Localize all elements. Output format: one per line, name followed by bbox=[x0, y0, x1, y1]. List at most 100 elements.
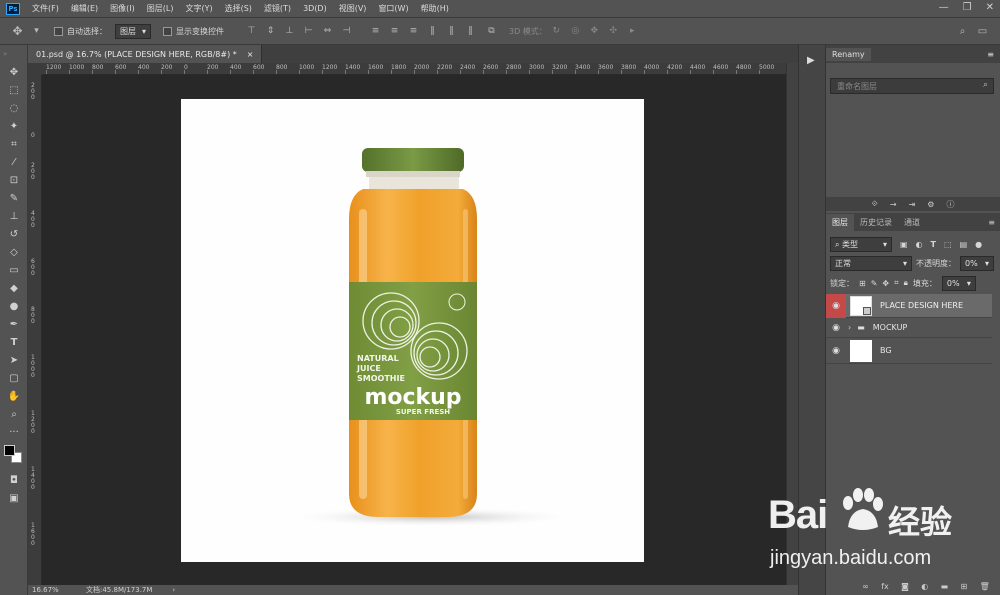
path-select-tool-icon[interactable]: ➤ bbox=[0, 351, 28, 369]
magic-wand-tool-icon[interactable]: ✦ bbox=[0, 117, 28, 135]
fill-input[interactable]: 0% ▾ bbox=[941, 275, 976, 291]
rename-icon[interactable]: ⟐ bbox=[872, 199, 878, 209]
marquee-tool-icon[interactable]: ⬚ bbox=[0, 81, 28, 99]
menu-layer[interactable]: 图层(L) bbox=[141, 3, 180, 14]
workspace-icon[interactable]: ▭ bbox=[977, 26, 988, 37]
filter-shape-icon[interactable]: ⬚ bbox=[944, 240, 952, 249]
mask-icon[interactable]: ◙ bbox=[901, 582, 909, 594]
eye-icon[interactable]: ◉ bbox=[826, 338, 846, 364]
chevron-down-icon[interactable]: ▾ bbox=[31, 26, 42, 37]
menu-view[interactable]: 视图(V) bbox=[333, 3, 373, 14]
panel-menu-icon[interactable]: ≡ bbox=[987, 50, 994, 59]
menu-image[interactable]: 图像(I) bbox=[104, 3, 141, 14]
type-tool-icon[interactable]: T bbox=[0, 333, 28, 351]
adjustment-icon[interactable]: ◐ bbox=[921, 582, 928, 594]
opacity-input[interactable]: 0% ▾ bbox=[960, 255, 994, 271]
layer-row-place-design[interactable]: ◉ PLACE DESIGN HERE bbox=[826, 293, 992, 318]
zoom-level[interactable]: 16.67% bbox=[28, 586, 82, 594]
align-left-icon[interactable]: ⊢ bbox=[303, 26, 314, 37]
hand-tool-icon[interactable]: ✋ bbox=[0, 387, 28, 405]
3d-slide-icon[interactable]: ✣ bbox=[608, 26, 619, 37]
distribute-right-icon[interactable]: ‖ bbox=[465, 26, 476, 37]
menu-edit[interactable]: 编辑(E) bbox=[65, 3, 104, 14]
filter-smart-icon[interactable]: ▤ bbox=[960, 240, 968, 249]
move-tool-icon[interactable]: ✥ bbox=[12, 25, 23, 37]
close-icon[interactable]: ✕ bbox=[986, 2, 994, 13]
eye-icon[interactable]: ◉ bbox=[826, 318, 846, 338]
auto-align-icon[interactable]: ⧉ bbox=[486, 26, 497, 37]
fx-icon[interactable]: fx bbox=[881, 582, 889, 594]
filter-pixel-icon[interactable]: ▣ bbox=[900, 240, 908, 249]
pen-tool-icon[interactable]: ✒ bbox=[0, 315, 28, 333]
move-tool-icon[interactable]: ✥ bbox=[0, 63, 28, 81]
foreground-color-swatch[interactable] bbox=[4, 445, 15, 456]
more-tools-icon[interactable]: ··· bbox=[0, 423, 28, 441]
distribute-top-icon[interactable]: ≡ bbox=[370, 26, 381, 37]
filter-type-icon[interactable]: T bbox=[931, 240, 936, 249]
align-top-icon[interactable]: ⊤ bbox=[246, 26, 257, 37]
healing-tool-icon[interactable]: ⊡ bbox=[0, 171, 28, 189]
layer-row-bg[interactable]: ◉ BG bbox=[826, 338, 992, 364]
info-icon[interactable]: ⓘ bbox=[946, 199, 954, 210]
distribute-bottom-icon[interactable]: ≡ bbox=[408, 26, 419, 37]
document-canvas[interactable]: NATURAL JUICE SMOOTHIE mockup SUPER FRES… bbox=[181, 99, 644, 562]
layer-row-mockup[interactable]: ◉ › ▬ MOCKUP bbox=[826, 318, 992, 338]
menu-type[interactable]: 文字(Y) bbox=[179, 3, 218, 14]
gradient-tool-icon[interactable]: ▭ bbox=[0, 261, 28, 279]
lock-all-icon[interactable]: 🔒︎ bbox=[904, 278, 908, 288]
quick-mask-icon[interactable]: ◘ bbox=[0, 471, 28, 489]
show-transform-checkbox[interactable] bbox=[163, 27, 173, 36]
zoom-tool-icon[interactable]: ⌕ bbox=[0, 405, 28, 423]
filter-adjust-icon[interactable]: ◐ bbox=[916, 240, 923, 249]
menu-help[interactable]: 帮助(H) bbox=[415, 3, 455, 14]
lasso-tool-icon[interactable]: ◌ bbox=[0, 99, 28, 117]
import-icon[interactable]: ⇥ bbox=[909, 200, 916, 209]
eyedropper-tool-icon[interactable]: ⁄ bbox=[0, 153, 28, 171]
distribute-hcenter-icon[interactable]: ‖ bbox=[446, 26, 457, 37]
lock-position-icon[interactable]: ✥ bbox=[882, 279, 889, 288]
minimize-icon[interactable]: — bbox=[939, 2, 949, 13]
rectangle-tool-icon[interactable]: ▢ bbox=[0, 369, 28, 387]
play-action-icon[interactable]: ▶ bbox=[807, 55, 819, 69]
arrow-right-icon[interactable]: → bbox=[890, 200, 897, 209]
dodge-tool-icon[interactable]: ● bbox=[0, 297, 28, 315]
auto-select-checkbox[interactable] bbox=[54, 27, 63, 36]
trash-icon[interactable]: 🗑︎ bbox=[980, 582, 990, 594]
filter-toggle-icon[interactable]: ● bbox=[975, 240, 982, 249]
lock-artboard-icon[interactable]: ⌗ bbox=[894, 278, 899, 288]
auto-select-dropdown[interactable]: 图层 ▾ bbox=[115, 24, 152, 39]
3d-pan-icon[interactable]: ✥ bbox=[589, 26, 600, 37]
tab-channels[interactable]: 通道 bbox=[898, 214, 926, 231]
close-tab-icon[interactable]: × bbox=[247, 50, 254, 59]
align-hcenter-icon[interactable]: ⇔ bbox=[322, 26, 333, 37]
layer-name[interactable]: MOCKUP bbox=[873, 323, 908, 332]
menu-3d[interactable]: 3D(D) bbox=[297, 4, 333, 13]
align-bottom-icon[interactable]: ⊥ bbox=[284, 26, 295, 37]
distribute-vcenter-icon[interactable]: ≡ bbox=[389, 26, 400, 37]
history-brush-icon[interactable]: ↺ bbox=[0, 225, 28, 243]
3d-rotate-icon[interactable]: ↻ bbox=[551, 26, 562, 37]
blur-tool-icon[interactable]: ◆ bbox=[0, 279, 28, 297]
lock-transparent-icon[interactable]: ⊞ bbox=[859, 279, 866, 288]
3d-roll-icon[interactable]: ◎ bbox=[570, 26, 581, 37]
brush-tool-icon[interactable]: ✎ bbox=[0, 189, 28, 207]
chevron-right-icon[interactable]: › bbox=[848, 323, 851, 332]
new-group-icon[interactable]: ▬ bbox=[941, 582, 949, 594]
menu-file[interactable]: 文件(F) bbox=[26, 3, 65, 14]
menu-filter[interactable]: 滤镜(T) bbox=[258, 3, 297, 14]
document-tab[interactable]: 01.psd @ 16.7% (PLACE DESIGN HERE, RGB/8… bbox=[28, 45, 263, 63]
color-swatches[interactable] bbox=[0, 441, 27, 471]
renamy-panel-tab[interactable]: Renamy bbox=[826, 47, 871, 61]
lock-pixels-icon[interactable]: ✎ bbox=[871, 279, 878, 288]
menu-select[interactable]: 选择(S) bbox=[219, 3, 258, 14]
search-icon[interactable]: ⌕ bbox=[957, 26, 968, 37]
stamp-tool-icon[interactable]: ⊥ bbox=[0, 207, 28, 225]
panel-menu-icon[interactable]: ≡ bbox=[988, 218, 995, 227]
screen-mode-icon[interactable]: ▣ bbox=[0, 489, 28, 507]
align-vcenter-icon[interactable]: ⇕ bbox=[265, 26, 276, 37]
restore-icon[interactable]: ❐ bbox=[963, 2, 972, 13]
layer-filter-dropdown[interactable]: ⌕ 类型 ▾ bbox=[830, 236, 892, 252]
link-icon[interactable]: ∞ bbox=[862, 582, 869, 594]
chevron-right-icon[interactable]: › bbox=[172, 586, 175, 594]
tab-history[interactable]: 历史记录 bbox=[854, 214, 898, 231]
